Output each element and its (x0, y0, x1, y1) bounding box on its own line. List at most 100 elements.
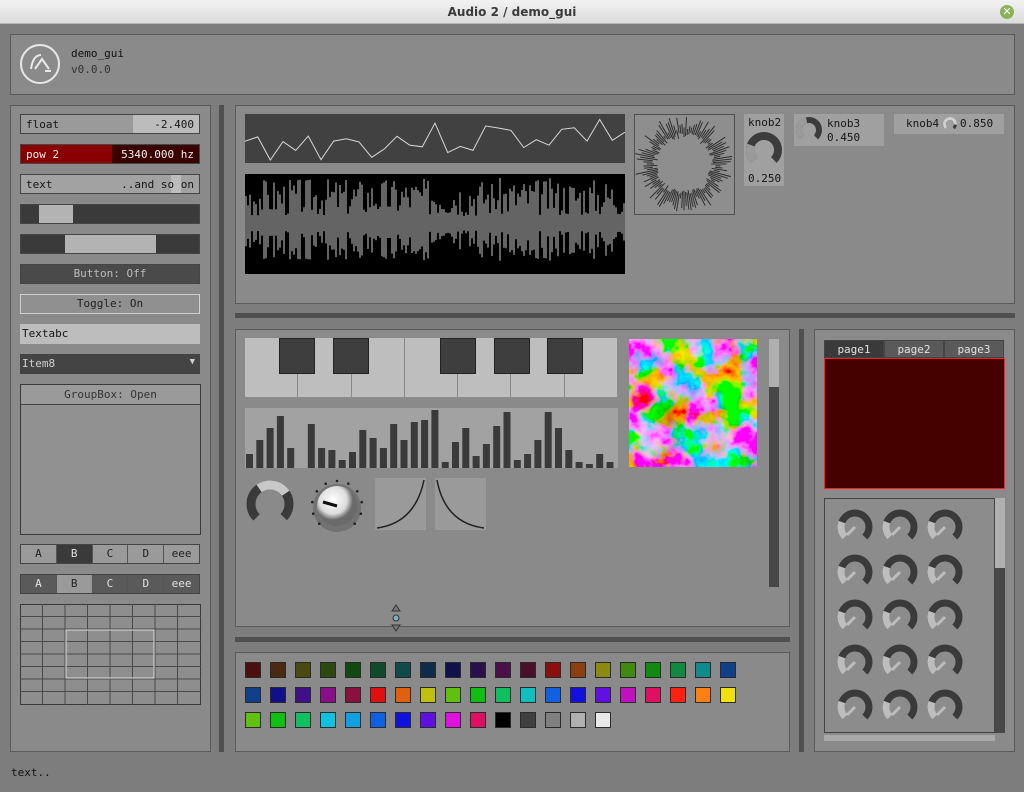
segment-b[interactable]: B (56, 575, 93, 593)
color-swatch[interactable] (395, 687, 411, 703)
right-hscrollbar[interactable] (824, 735, 995, 741)
right-scrollbar-thumb[interactable] (995, 498, 1005, 568)
grid-knob[interactable] (925, 687, 965, 727)
color-swatch[interactable] (270, 687, 286, 703)
curve-editor-1[interactable] (375, 478, 426, 530)
color-swatch[interactable] (270, 662, 286, 678)
grid-knob[interactable] (835, 597, 875, 637)
color-swatch[interactable] (695, 662, 711, 678)
color-swatch[interactable] (345, 712, 361, 728)
pow2-slider[interactable]: pow 2 5340.000 hz (20, 144, 200, 164)
text-input[interactable]: Textabc (20, 324, 200, 344)
tab-page2[interactable]: page2 (884, 340, 944, 358)
segmented-control-1[interactable]: A B C Deee (20, 544, 200, 564)
color-swatch[interactable] (420, 687, 436, 703)
close-icon[interactable]: ✕ (1000, 5, 1014, 19)
toggle-button[interactable]: Toggle: On (20, 294, 200, 314)
color-swatch[interactable] (295, 712, 311, 728)
color-swatch[interactable] (345, 687, 361, 703)
color-swatch[interactable] (320, 712, 336, 728)
left-splitter[interactable] (219, 105, 224, 752)
color-swatch[interactable] (420, 712, 436, 728)
color-swatch[interactable] (470, 687, 486, 703)
color-swatch[interactable] (595, 662, 611, 678)
range-slider-2[interactable] (20, 234, 200, 254)
color-swatch[interactable] (670, 662, 686, 678)
rotary-knob[interactable] (308, 477, 366, 535)
color-swatch[interactable] (470, 662, 486, 678)
color-swatch[interactable] (470, 712, 486, 728)
off-button[interactable]: Button: Off (20, 264, 200, 284)
range-slider-1-handle[interactable] (39, 205, 73, 223)
right-scrollbar[interactable] (995, 498, 1005, 733)
color-swatch[interactable] (370, 662, 386, 678)
grid-knob[interactable] (925, 552, 965, 592)
grid-knob[interactable] (880, 642, 920, 682)
color-swatch[interactable] (370, 687, 386, 703)
color-swatch[interactable] (295, 662, 311, 678)
grid-knob[interactable] (925, 597, 965, 637)
center-scrollbar[interactable] (769, 339, 779, 587)
color-swatch[interactable] (295, 687, 311, 703)
horizontal-splitter[interactable] (235, 313, 1015, 318)
color-swatch[interactable] (345, 662, 361, 678)
grid-knob[interactable] (880, 597, 920, 637)
color-swatch[interactable] (495, 712, 511, 728)
color-swatch[interactable] (645, 687, 661, 703)
color-swatch[interactable] (495, 687, 511, 703)
float-slider[interactable]: float -2.400 (20, 114, 200, 134)
grid-knob[interactable] (880, 687, 920, 727)
segmented-control-2[interactable]: A B C Deee (20, 574, 200, 594)
ring-knob[interactable] (245, 479, 295, 529)
color-swatch[interactable] (570, 712, 586, 728)
color-swatch[interactable] (245, 662, 261, 678)
color-swatch[interactable] (245, 687, 261, 703)
range-slider-2-handle[interactable] (65, 235, 156, 253)
knob4-dial[interactable] (942, 116, 958, 132)
color-swatch[interactable] (720, 662, 736, 678)
color-swatch[interactable] (570, 687, 586, 703)
segment-d[interactable]: D (128, 575, 165, 593)
segment-d[interactable]: D (128, 545, 165, 563)
knob2-dial[interactable] (745, 131, 783, 169)
tab-page3[interactable]: page3 (944, 340, 1004, 358)
segment-a[interactable]: A (21, 545, 57, 563)
piano-black-key[interactable] (333, 338, 369, 374)
color-swatch[interactable] (270, 712, 286, 728)
color-swatch[interactable] (420, 662, 436, 678)
right-splitter[interactable] (799, 329, 804, 752)
piano-black-key[interactable] (547, 338, 583, 374)
piano-black-key[interactable] (440, 338, 476, 374)
item-dropdown[interactable]: Item8 ▼ (20, 354, 200, 374)
groupbox-header[interactable]: GroupBox: Open (21, 385, 200, 405)
color-swatch[interactable] (545, 687, 561, 703)
color-swatch[interactable] (320, 662, 336, 678)
color-swatch[interactable] (695, 687, 711, 703)
piano-keyboard[interactable] (245, 338, 618, 398)
text-slider[interactable]: text ..and so on (20, 174, 200, 194)
color-swatch[interactable] (670, 687, 686, 703)
color-swatch[interactable] (620, 687, 636, 703)
piano-black-key[interactable] (494, 338, 530, 374)
center-scrollbar-thumb[interactable] (769, 339, 779, 387)
color-swatch[interactable] (520, 712, 536, 728)
knob2-widget[interactable]: knob2 0.250 (744, 114, 784, 186)
color-swatch[interactable] (320, 687, 336, 703)
color-swatch[interactable] (720, 687, 736, 703)
color-swatch[interactable] (370, 712, 386, 728)
grid-knob[interactable] (835, 642, 875, 682)
grid-knob[interactable] (835, 507, 875, 547)
segment-b[interactable]: B (56, 545, 93, 563)
xy-grid-pad[interactable] (20, 604, 201, 705)
color-swatch[interactable] (520, 687, 536, 703)
color-swatch[interactable] (620, 662, 636, 678)
knob4-widget[interactable]: knob4 0.850 (894, 114, 1004, 134)
color-swatch[interactable] (445, 687, 461, 703)
knob3-widget[interactable]: knob3 0.450 (794, 114, 884, 146)
color-swatch[interactable] (245, 712, 261, 728)
grid-knob[interactable] (835, 687, 875, 727)
segment-eee[interactable]: eee (164, 575, 199, 593)
color-swatch[interactable] (645, 662, 661, 678)
color-swatch[interactable] (395, 662, 411, 678)
grid-knob[interactable] (925, 642, 965, 682)
